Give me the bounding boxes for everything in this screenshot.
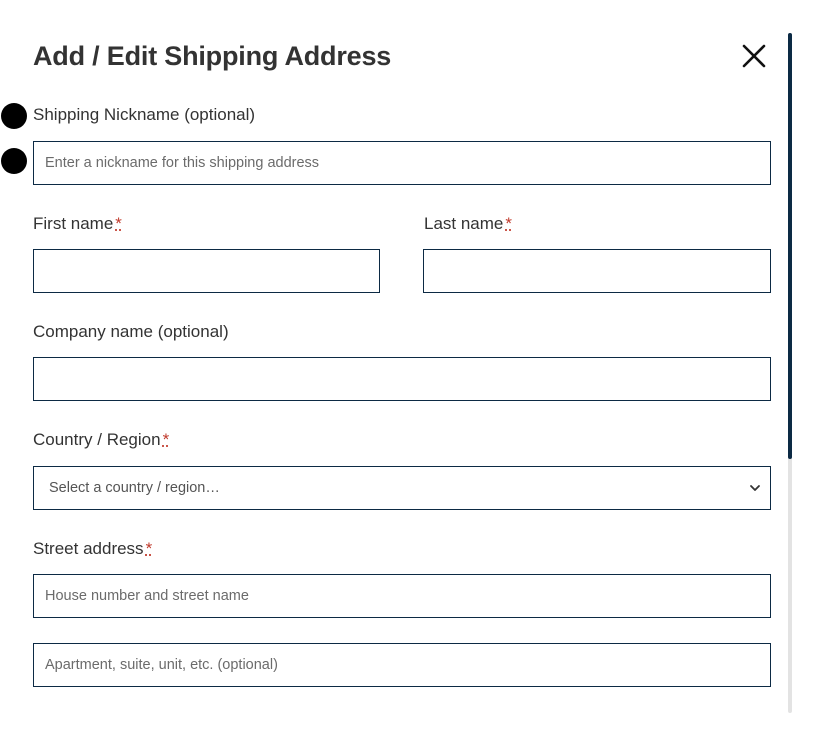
last-name-input[interactable] [423,249,771,293]
marker-dot [1,148,27,174]
nickname-label: Shipping Nickname (optional) [33,105,256,124]
country-label-text: Country / Region [33,430,161,449]
street-address-line1-input[interactable] [33,574,771,618]
last-name-label-text: Last name [424,214,504,233]
chevron-down-icon [748,481,762,495]
close-icon [738,40,770,72]
street-address-line2-input[interactable] [33,643,771,687]
street-address-label-text: Street address [33,539,144,558]
close-button[interactable] [738,40,770,72]
street-address-label: Street address * [33,538,152,560]
first-name-input[interactable] [33,249,380,293]
shipping-address-modal: Add / Edit Shipping Address Shipping Nic… [0,0,825,744]
required-marker: * [145,539,153,558]
nickname-input[interactable] [33,141,771,185]
scrollbar-thumb[interactable] [788,33,792,459]
company-label: Company name (optional) [33,322,229,341]
modal-title: Add / Edit Shipping Address [33,41,392,71]
first-name-label: First name * [33,213,122,235]
country-select-value: Select a country / region… [49,480,220,496]
company-input[interactable] [33,357,771,401]
required-marker: * [162,430,170,449]
marker-dot [1,103,27,129]
required-marker: * [115,214,122,233]
required-marker: * [505,214,513,233]
last-name-label: Last name * [424,213,512,235]
scrollbar-track[interactable] [788,33,792,713]
first-name-label-text: First name [33,214,114,233]
country-label: Country / Region * [33,429,169,451]
country-select[interactable]: Select a country / region… [33,466,771,510]
